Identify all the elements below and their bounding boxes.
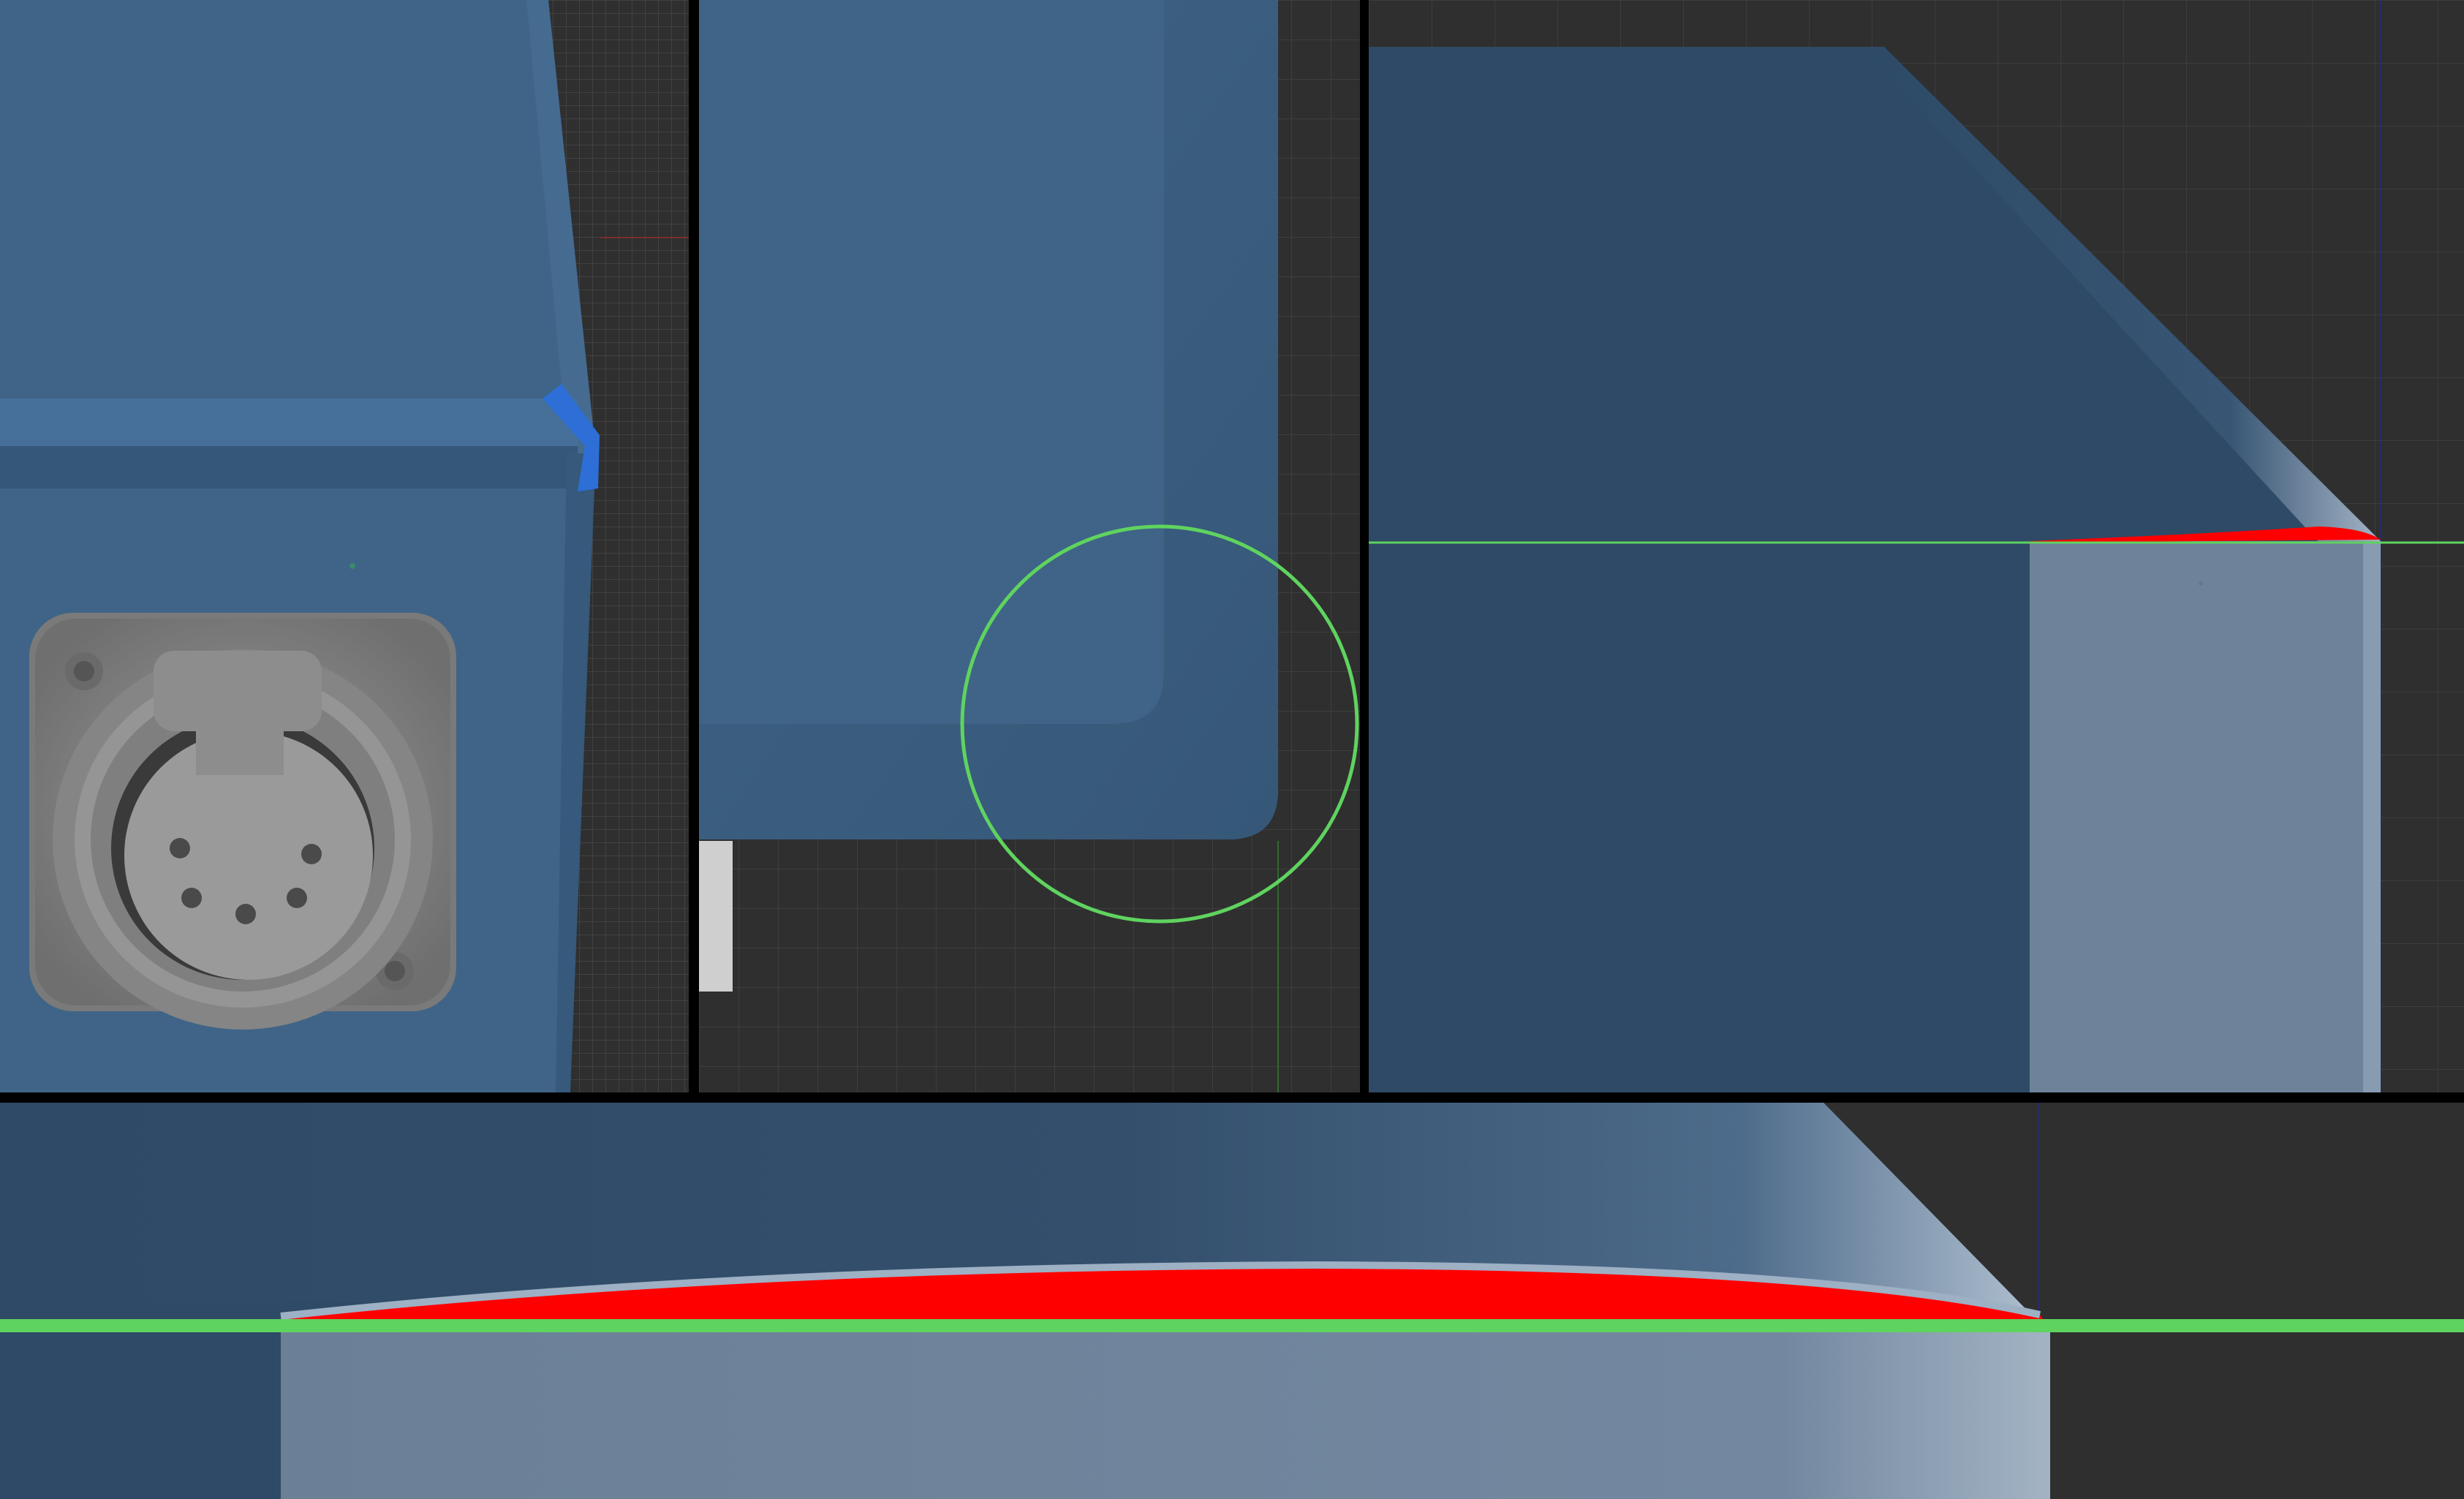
translucent-block bbox=[281, 1322, 2050, 1499]
enclosure-scene bbox=[0, 0, 689, 1092]
block-edge-highlight bbox=[2363, 541, 2381, 1092]
viewport-profile-zoomed[interactable] bbox=[0, 1103, 2464, 1499]
reference-line-icon[interactable] bbox=[0, 1319, 2464, 1332]
reference-point bbox=[349, 563, 355, 569]
corner-scene bbox=[699, 0, 1360, 1092]
profile-scene bbox=[1369, 0, 2464, 1092]
viewport-profile-section[interactable] bbox=[1369, 0, 2464, 1092]
reference-point bbox=[2199, 581, 2203, 586]
part-tab bbox=[699, 841, 733, 992]
viewport-corner-closeup[interactable] bbox=[699, 0, 1360, 1092]
model-top-face bbox=[699, 0, 1164, 724]
translucent-block bbox=[2030, 541, 2381, 1092]
xlr-connector-icon[interactable] bbox=[29, 613, 456, 1030]
enclosure-lid-band bbox=[0, 446, 578, 488]
zoomed-profile-scene bbox=[0, 1103, 2464, 1499]
viewport-enclosure-perspective[interactable] bbox=[0, 0, 689, 1092]
enclosure-lid-seam bbox=[0, 399, 578, 446]
